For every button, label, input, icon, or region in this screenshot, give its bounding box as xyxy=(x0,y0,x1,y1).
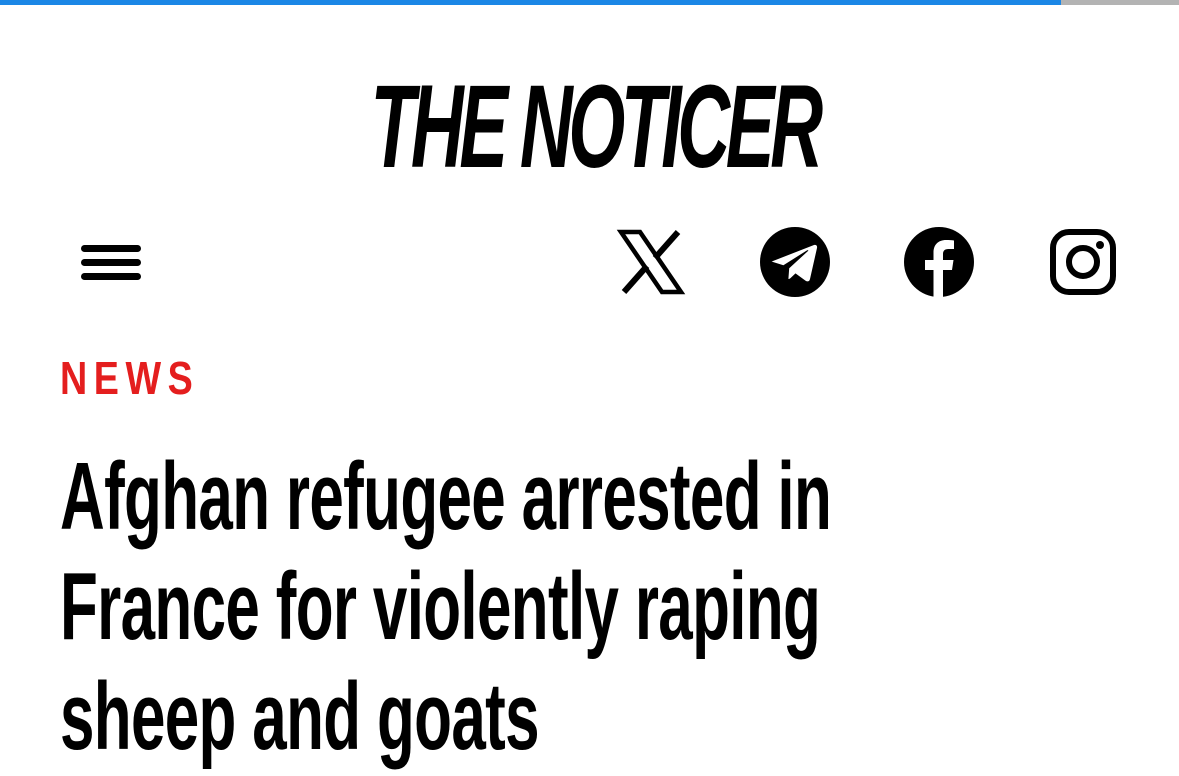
facebook-social-link[interactable] xyxy=(901,224,977,300)
article-headline: Afghan refugee arrested in France for vi… xyxy=(60,442,834,772)
x-social-link[interactable] xyxy=(613,224,689,300)
instagram-social-link[interactable] xyxy=(1045,224,1121,300)
site-logo[interactable]: THE NOTICER xyxy=(229,62,960,192)
menu-button[interactable] xyxy=(76,236,146,288)
headline-line: Afghan refugee arrested in xyxy=(60,443,832,550)
reading-progress-bar xyxy=(0,0,1179,5)
telegram-social-link[interactable] xyxy=(757,224,833,300)
article-category-label[interactable]: NEWS xyxy=(60,352,199,404)
instagram-icon xyxy=(1050,229,1116,295)
reading-progress-fill xyxy=(0,0,1062,5)
x-icon xyxy=(616,229,686,295)
telegram-icon xyxy=(760,227,830,297)
headline-line: France for violently raping xyxy=(60,553,821,660)
headline-line: sheep and goats xyxy=(60,663,540,770)
facebook-icon xyxy=(904,227,974,298)
